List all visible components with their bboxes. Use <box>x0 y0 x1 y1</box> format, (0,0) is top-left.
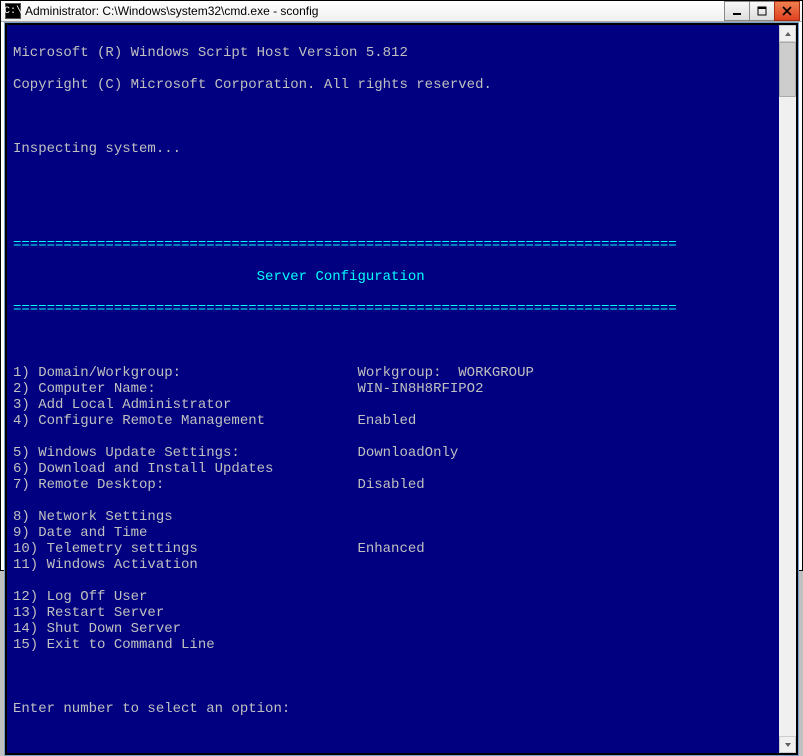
menu-item-10: 10) Telemetry settings Enhanced <box>13 541 775 557</box>
menu-item-5: 5) Windows Update Settings: DownloadOnly <box>13 445 775 461</box>
header-line-1: Microsoft (R) Windows Script Host Versio… <box>13 45 775 61</box>
content-area: Microsoft (R) Windows Script Host Versio… <box>4 22 799 756</box>
blank-line <box>13 333 775 349</box>
blank-line <box>13 205 775 221</box>
scroll-up-button[interactable] <box>779 25 796 42</box>
window-controls <box>725 1 800 21</box>
minimize-button[interactable] <box>724 1 750 21</box>
blank-line <box>13 173 775 189</box>
separator-top: ========================================… <box>13 237 775 253</box>
scroll-down-button[interactable] <box>779 736 796 753</box>
menu-item-14: 14) Shut Down Server <box>13 621 775 637</box>
menu-item-4: 4) Configure Remote Management Enabled <box>13 413 775 429</box>
scroll-track[interactable] <box>779 42 796 736</box>
cmd-window: C:\ Administrator: C:\Windows\system32\c… <box>0 0 803 571</box>
close-icon <box>782 6 792 16</box>
menu-item-12: 12) Log Off User <box>13 589 775 605</box>
scroll-thumb[interactable] <box>779 42 796 97</box>
blank-line <box>13 669 775 685</box>
close-button[interactable] <box>774 1 800 21</box>
menu-items: 1) Domain/Workgroup: Workgroup: WORKGROU… <box>13 365 775 653</box>
window-title: Administrator: C:\Windows\system32\cmd.e… <box>25 4 725 18</box>
minimize-icon <box>732 6 742 16</box>
menu-item-6: 6) Download and Install Updates <box>13 461 775 477</box>
blank-line <box>13 573 775 589</box>
config-title: Server Configuration <box>13 269 775 285</box>
console-output[interactable]: Microsoft (R) Windows Script Host Versio… <box>7 25 779 753</box>
menu-item-9: 9) Date and Time <box>13 525 775 541</box>
header-line-2: Copyright (C) Microsoft Corporation. All… <box>13 77 775 93</box>
blank-line <box>13 109 775 125</box>
vertical-scrollbar[interactable] <box>779 25 796 753</box>
menu-item-8: 8) Network Settings <box>13 509 775 525</box>
menu-item-13: 13) Restart Server <box>13 605 775 621</box>
titlebar: C:\ Administrator: C:\Windows\system32\c… <box>1 1 802 22</box>
menu-item-15: 15) Exit to Command Line <box>13 637 775 653</box>
menu-item-7: 7) Remote Desktop: Disabled <box>13 477 775 493</box>
cmd-icon: C:\ <box>5 3 21 19</box>
inspecting-line: Inspecting system... <box>13 141 775 157</box>
maximize-button[interactable] <box>749 1 775 21</box>
blank-line <box>13 429 775 445</box>
chevron-down-icon <box>784 741 792 749</box>
blank-line <box>13 493 775 509</box>
menu-item-3: 3) Add Local Administrator <box>13 397 775 413</box>
menu-item-1: 1) Domain/Workgroup: Workgroup: WORKGROU… <box>13 365 775 381</box>
menu-item-2: 2) Computer Name: WIN-IN8H8RFIPO2 <box>13 381 775 397</box>
chevron-up-icon <box>784 30 792 38</box>
maximize-icon <box>757 6 767 16</box>
separator-bottom: ========================================… <box>13 301 775 317</box>
prompt-line: Enter number to select an option: <box>13 701 775 717</box>
